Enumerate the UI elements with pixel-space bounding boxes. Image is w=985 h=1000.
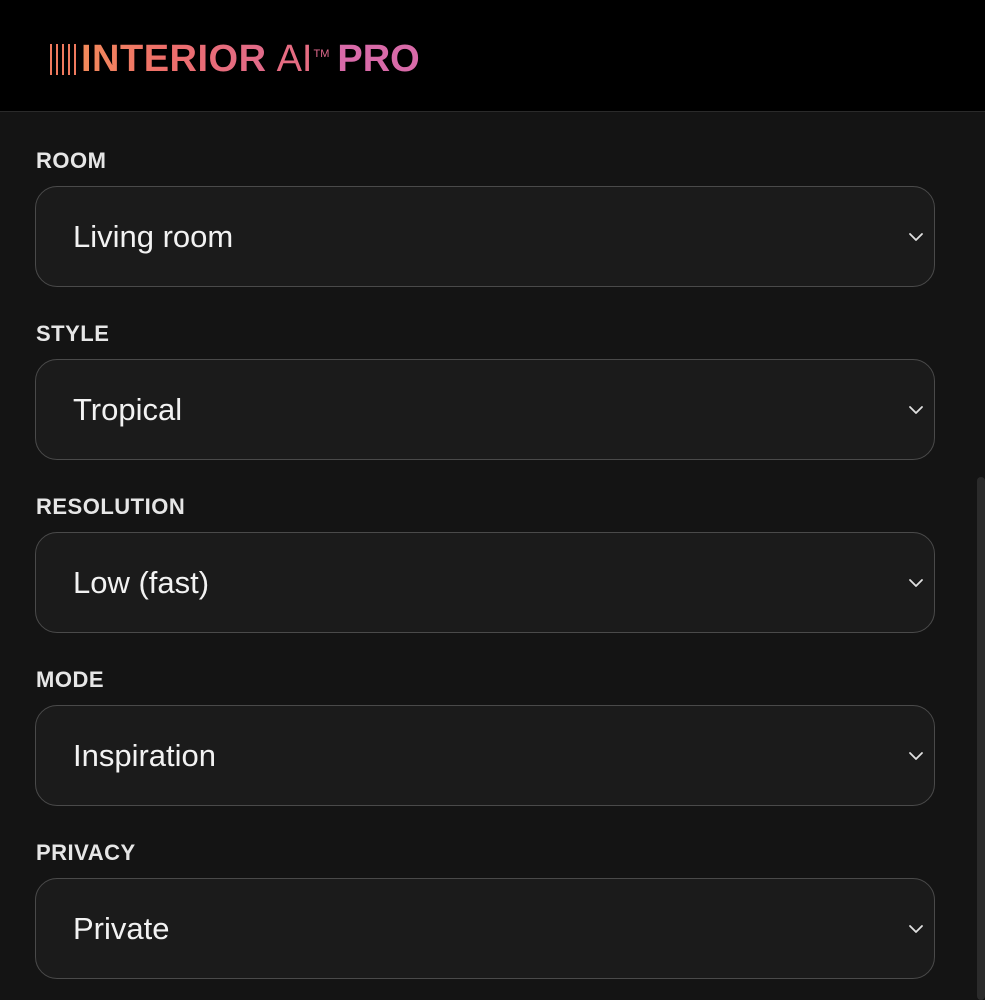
- style-label: STYLE: [36, 321, 110, 346]
- privacy-select[interactable]: Private: [35, 878, 935, 979]
- chevron-down-icon: [909, 405, 923, 414]
- chevron-down-icon: [909, 924, 923, 933]
- privacy-label: PRIVACY: [36, 840, 136, 865]
- style-select[interactable]: Tropical: [35, 359, 935, 460]
- logo-trademark: TM: [313, 48, 330, 60]
- mode-select[interactable]: Inspiration: [35, 705, 935, 806]
- chevron-down-icon: [909, 751, 923, 760]
- resolution-select-value: Low (fast): [73, 564, 210, 600]
- privacy-select-value: Private: [73, 910, 170, 946]
- settings-panel: ROOM Living room STYLE Tropical RESOLUTI…: [0, 113, 975, 1000]
- style-select-value: Tropical: [73, 391, 183, 427]
- interior-ai-pro-logo[interactable]: INTERIOR AI TM PRO: [50, 38, 420, 80]
- logo-ai: AI: [276, 37, 313, 80]
- scrollbar-thumb[interactable]: [977, 477, 985, 1000]
- room-select-value: Living room: [73, 218, 234, 254]
- resolution-label: RESOLUTION: [36, 494, 186, 519]
- logo-pro: PRO: [337, 37, 420, 80]
- resolution-select[interactable]: Low (fast): [35, 532, 935, 633]
- chevron-down-icon: [909, 232, 923, 241]
- mode-select-value: Inspiration: [73, 737, 217, 773]
- logo-bars-icon: [50, 43, 76, 75]
- chevron-down-icon: [909, 578, 923, 587]
- room-label: ROOM: [36, 148, 107, 173]
- logo-word: INTERIOR: [81, 37, 267, 80]
- mode-label: MODE: [36, 667, 104, 692]
- app-header: INTERIOR AI TM PRO: [0, 0, 985, 112]
- room-select[interactable]: Living room: [35, 186, 935, 287]
